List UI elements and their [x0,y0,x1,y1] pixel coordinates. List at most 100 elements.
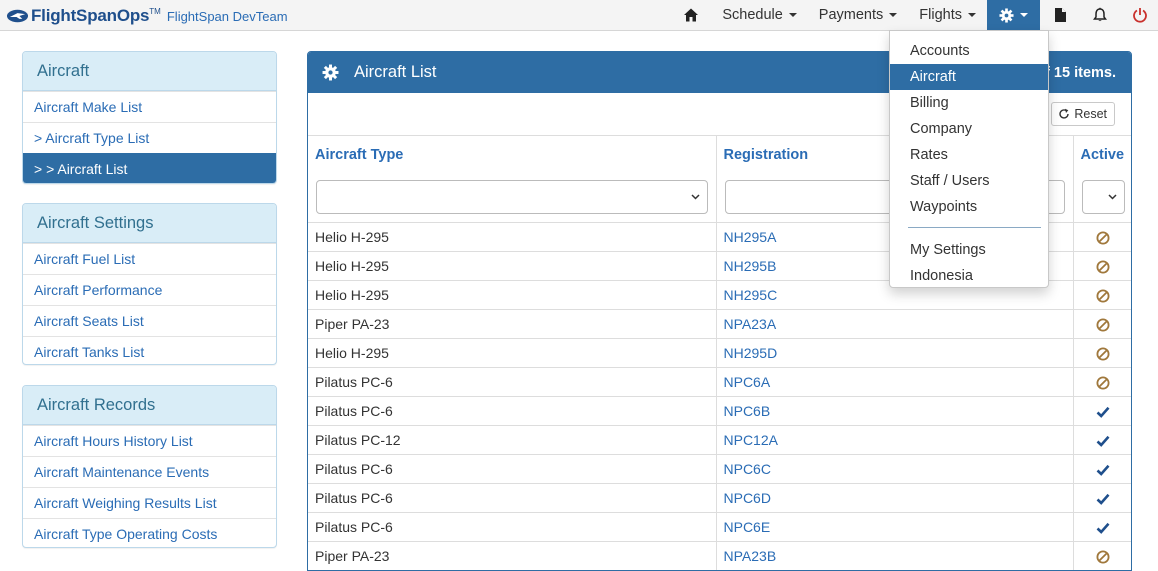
table-row: Pilatus PC-6 NPC6D [308,482,1131,512]
sidebar-item-aircraft-weighing-results-list[interactable]: Aircraft Weighing Results List [23,487,276,518]
aircraft-type-filter-select[interactable] [316,180,708,214]
registration-link[interactable]: NPC6B [716,395,1074,425]
gear-icon [999,7,1014,23]
inactive-icon [1096,550,1110,564]
registration-link[interactable]: NPC6A [716,366,1074,396]
active-status-cell [1073,453,1131,483]
registration-link[interactable]: NPC6E [716,511,1074,541]
menu-item-staff-users[interactable]: Staff / Users [890,168,1048,194]
sidebar-settings-panel: Aircraft Settings Aircraft Fuel List Air… [22,203,277,365]
aircraft-type-cell: Piper PA-23 [308,540,717,570]
reset-button[interactable]: Reset [1051,102,1115,126]
sidebar-aircraft-heading: Aircraft [23,52,276,91]
nav-schedule[interactable]: Schedule [711,0,807,30]
caret-down-icon [968,13,976,17]
table-row: Pilatus PC-6 NPC6E [308,511,1131,541]
checkmark-icon [1096,493,1110,505]
top-navbar: FlightSpanOps TM FlightSpan DevTeam Sche… [0,0,1158,31]
active-status-cell [1073,250,1131,280]
aircraft-type-cell: Helio H-295 [308,250,717,280]
checkmark-icon [1096,464,1110,476]
settings-dropdown-menu: Accounts Aircraft Billing Company Rates Staff… [889,30,1049,288]
aircraft-type-cell: Pilatus PC-6 [308,453,717,483]
inactive-icon [1096,231,1110,245]
inactive-icon [1096,289,1110,303]
aircraft-type-cell: Piper PA-23 [308,308,717,338]
registration-link[interactable]: NPC6C [716,453,1074,483]
logout-button[interactable] [1120,0,1158,30]
inactive-icon [1096,318,1110,332]
bell-icon [1093,7,1107,22]
menu-item-waypoints[interactable]: Waypoints [890,194,1048,220]
active-status-cell [1073,540,1131,570]
sidebar-records-heading: Aircraft Records [23,386,276,425]
nav-menu: Schedule Payments Flights [671,0,1158,30]
checkmark-icon [1096,522,1110,534]
registration-link[interactable]: NPA23B [716,540,1074,570]
registration-link[interactable]: NPA23A [716,308,1074,338]
sidebar-item-aircraft-type-operating-costs[interactable]: Aircraft Type Operating Costs [23,518,276,547]
table-row: Pilatus PC-12 NPC12A [308,424,1131,454]
menu-item-rates[interactable]: Rates [890,142,1048,168]
documents-button[interactable] [1040,0,1080,30]
sidebar-item-aircraft-fuel-list[interactable]: Aircraft Fuel List [23,243,276,274]
menu-item-my-settings[interactable]: My Settings [890,237,1048,263]
trademark: TM [149,6,161,16]
nav-payments-label: Payments [818,7,884,23]
filter-cell-aircraft-type [308,173,717,223]
menu-item-indonesia[interactable]: Indonesia [890,263,1048,289]
sidebar-item-aircraft-maintenance-events[interactable]: Aircraft Maintenance Events [23,456,276,487]
sidebar-item-aircraft-list[interactable]: > > Aircraft List [23,153,276,183]
items-count: f 15 items. [1045,65,1116,81]
sidebar-item-aircraft-type-list[interactable]: > Aircraft Type List [23,122,276,153]
sidebar-item-aircraft-performance[interactable]: Aircraft Performance [23,274,276,305]
aircraft-type-cell: Pilatus PC-6 [308,482,717,512]
dropdown-user-group: My Settings Indonesia [890,237,1048,289]
notifications-button[interactable] [1080,0,1120,30]
sidebar-item-aircraft-make-list[interactable]: Aircraft Make List [23,91,276,122]
chevron-down-icon [690,194,700,200]
menu-item-company[interactable]: Company [890,116,1048,142]
chevron-down-icon [1108,194,1117,200]
table-row: Pilatus PC-6 NPC6A [308,366,1131,396]
menu-item-aircraft[interactable]: Aircraft [890,64,1048,90]
aircraft-type-cell: Pilatus PC-12 [308,424,717,454]
sidebar-item-aircraft-tanks-list[interactable]: Aircraft Tanks List [23,336,276,364]
page-title: Aircraft List [354,63,437,81]
sidebar-item-aircraft-hours-history-list[interactable]: Aircraft Hours History List [23,425,276,456]
sidebar-settings-heading: Aircraft Settings [23,204,276,243]
caret-down-icon [889,13,898,17]
nav-flights-label: Flights [919,7,962,23]
table-row: Helio H-295 NH295D [308,337,1131,367]
caret-down-icon [788,13,797,17]
active-filter-select[interactable] [1081,180,1125,214]
column-header-active[interactable]: Active [1073,136,1131,173]
menu-item-accounts[interactable]: Accounts [890,38,1048,64]
checkmark-icon [1096,406,1110,418]
active-status-cell [1073,279,1131,309]
settings-menu-button[interactable] [987,0,1040,30]
caret-down-icon [1020,13,1028,17]
brand[interactable]: FlightSpanOps TM FlightSpan DevTeam [6,5,288,27]
registration-link[interactable]: NPC6D [716,482,1074,512]
sidebar-item-aircraft-seats-list[interactable]: Aircraft Seats List [23,305,276,336]
nav-flights[interactable]: Flights [908,0,987,30]
inactive-icon [1096,376,1110,390]
nav-payments[interactable]: Payments [808,0,908,30]
registration-link[interactable]: NPC12A [716,424,1074,454]
gear-icon [322,64,339,81]
brand-name: FlightSpanOps [31,6,150,25]
column-header-aircraft-type[interactable]: Aircraft Type [308,136,717,173]
active-status-cell [1073,511,1131,541]
aircraft-type-cell: Pilatus PC-6 [308,511,717,541]
active-status-cell [1073,366,1131,396]
registration-link[interactable]: NH295D [716,337,1074,367]
menu-item-billing[interactable]: Billing [890,90,1048,116]
team-name: FlightSpan DevTeam [166,8,288,24]
sidebar-aircraft-panel: Aircraft Aircraft Make List > Aircraft T… [22,51,277,184]
home-button[interactable] [671,0,711,30]
reset-button-label: Reset [1074,107,1107,121]
aircraft-type-cell: Helio H-295 [308,221,717,251]
dropdown-main-group: Accounts Aircraft Billing Company Rates Staff… [890,38,1048,220]
active-status-cell [1073,221,1131,251]
